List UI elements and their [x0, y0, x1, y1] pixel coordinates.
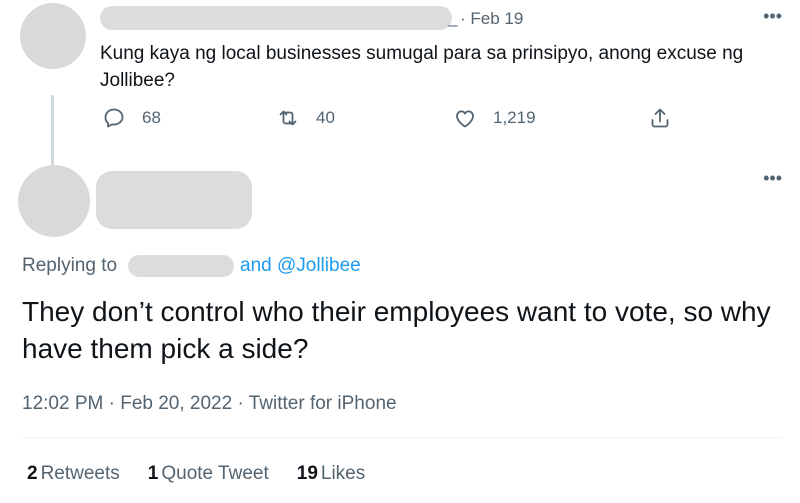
reply-count: 68 [142, 108, 161, 127]
like-icon [456, 110, 474, 128]
more-icon[interactable]: ••• [763, 168, 782, 189]
avatar[interactable] [18, 165, 90, 237]
share-button[interactable] [648, 106, 688, 130]
tweet-actions: 68 40 1,219 [100, 106, 690, 136]
username-underscore: _ [448, 8, 458, 27]
tweet-stats: 2 Retweets 1 Quote Tweet 19 Likes [27, 463, 393, 485]
redacted-mention [128, 255, 234, 277]
redacted-display-name [96, 171, 252, 229]
quote-tweets-stat[interactable]: 1 Quote Tweet [148, 463, 269, 485]
retweets-label: Retweets [40, 463, 120, 484]
quotes-label: Quote Tweet [161, 463, 269, 484]
tweet-text: Kung kaya ng local businesses sumugal pa… [100, 43, 744, 91]
replying-to-mentions[interactable]: and @Jollibee [240, 255, 361, 277]
more-icon[interactable]: ••• [763, 6, 782, 27]
thread-line [51, 95, 54, 165]
share-icon [651, 108, 669, 128]
tweet-meta[interactable]: 12:02 PM · Feb 20, 2022 · Twitter for iP… [22, 393, 397, 415]
retweet-button[interactable]: 40 [276, 106, 335, 130]
redacted-username [100, 6, 452, 30]
retweet-icon [279, 110, 297, 126]
retweets-count: 2 [27, 463, 38, 484]
like-count: 1,219 [493, 108, 536, 127]
tweet-text: They don’t control who their employees w… [22, 296, 771, 364]
retweet-count: 40 [316, 108, 335, 127]
replying-to-label: Replying to [22, 255, 118, 276]
reply-button[interactable]: 68 [102, 106, 161, 130]
divider [22, 437, 782, 438]
likes-stat[interactable]: 19 Likes [297, 463, 366, 485]
likes-count: 19 [296, 463, 318, 484]
avatar[interactable] [20, 3, 86, 69]
likes-label: Likes [320, 463, 366, 484]
tweet-date[interactable]: · Feb 19 [460, 9, 523, 29]
like-button[interactable]: 1,219 [453, 106, 536, 130]
reply-icon [104, 108, 124, 128]
quotes-count: 1 [147, 463, 159, 484]
retweets-stat[interactable]: 2 Retweets [27, 463, 120, 485]
